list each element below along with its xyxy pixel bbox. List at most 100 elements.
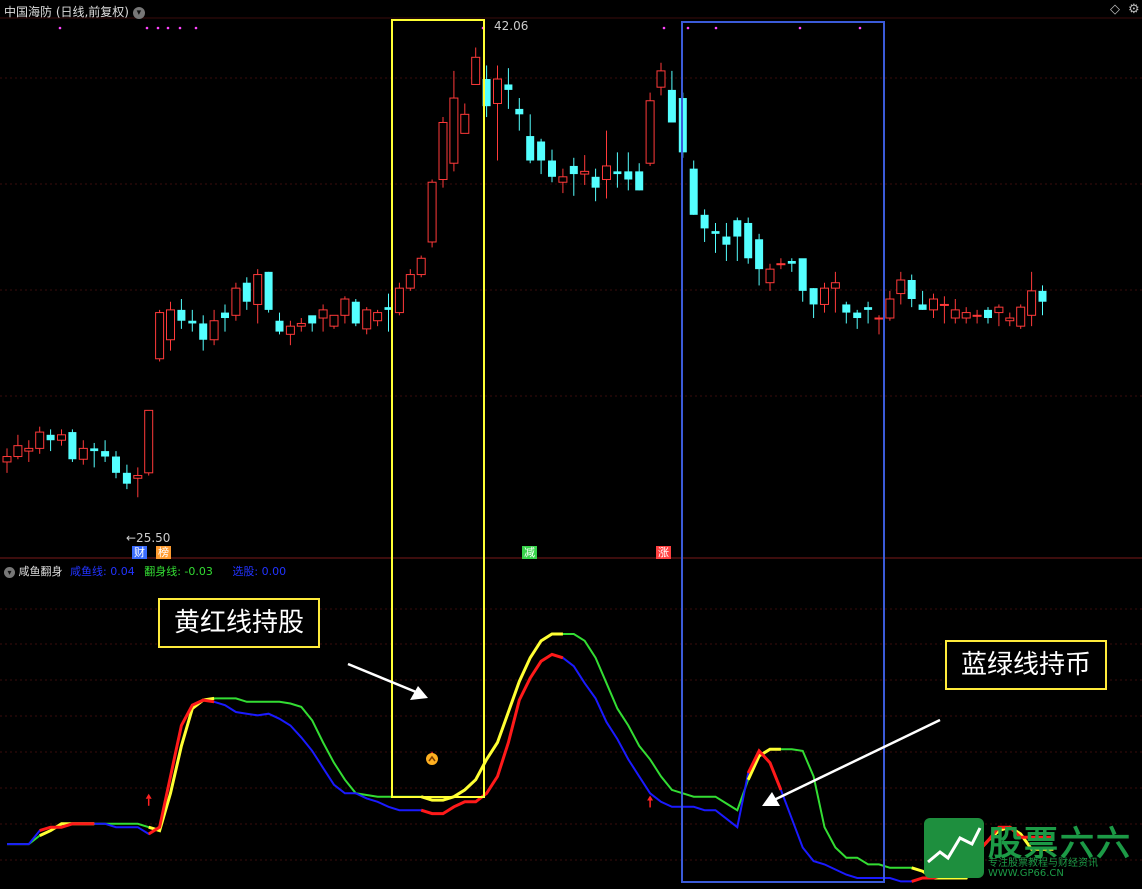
candle-body-up xyxy=(329,314,339,327)
candle-body-up xyxy=(972,314,982,317)
fanshen-line xyxy=(7,633,1054,879)
event-tag-finance[interactable]: 财 xyxy=(132,546,147,559)
candle-body-up xyxy=(493,78,502,104)
candle-body-up xyxy=(580,170,590,175)
candle-body-up xyxy=(24,447,34,452)
candle-body-down xyxy=(635,171,644,191)
candle-body-up xyxy=(2,456,12,463)
candle-body-down xyxy=(918,304,927,310)
candle-body-down xyxy=(711,231,720,234)
candle-body-up xyxy=(318,309,328,319)
logo-icon xyxy=(924,818,984,878)
candle-body-down xyxy=(275,320,284,332)
hold-yellow-line xyxy=(420,632,563,802)
candle-body-up xyxy=(373,312,383,322)
site-text: WWW.GP66.CN xyxy=(988,868,1064,879)
candle-body-down xyxy=(242,282,251,302)
hold-red-line xyxy=(147,698,215,836)
slogan-text: 专注股票教程与财经资讯 xyxy=(988,858,1098,869)
candle-body-down xyxy=(907,280,916,300)
indicator-value-xianyu: 咸鱼线: 0.04 xyxy=(70,565,135,578)
buy-arrow-icon xyxy=(647,795,654,801)
candle-body-up xyxy=(460,113,470,134)
candle-body-up xyxy=(340,298,350,316)
candle-body-down xyxy=(591,176,600,188)
candle-body-up xyxy=(645,100,655,164)
chevron-down-icon[interactable]: ▾ xyxy=(4,567,15,578)
buy-arrow-icon xyxy=(145,793,152,799)
candle-body-down xyxy=(787,260,796,264)
candle-body-down xyxy=(842,304,851,313)
signal-dot xyxy=(194,26,198,30)
event-tag-reduce[interactable]: 减 xyxy=(522,546,537,559)
candle-body-down xyxy=(984,309,992,319)
candle-body-down xyxy=(188,320,197,324)
hold-stock-annotation: 黄红线持股 xyxy=(158,598,321,648)
candle-body-up xyxy=(994,306,1004,314)
candle-body-up xyxy=(471,56,481,85)
candle-body-down xyxy=(46,434,55,441)
candle-body-up xyxy=(896,279,906,295)
candle-body-up xyxy=(1005,317,1015,322)
hold-red-line xyxy=(420,652,564,816)
candle-body-down xyxy=(744,222,753,259)
signal-dot xyxy=(145,26,149,30)
signal-dot xyxy=(686,26,690,30)
candle-body-down xyxy=(689,168,698,215)
candle-body-up xyxy=(144,409,154,474)
candle-body-up xyxy=(35,431,45,449)
event-tag-ranking[interactable]: 榜 xyxy=(156,546,171,559)
candle-body-up xyxy=(438,121,448,181)
candle-body-up xyxy=(285,325,295,335)
signal-dot xyxy=(662,26,666,30)
candle-body-up xyxy=(155,312,165,360)
pointer-arrow xyxy=(347,662,417,694)
candle-body-down xyxy=(308,315,317,324)
candle-body-up xyxy=(874,317,884,320)
candle-body-down xyxy=(624,171,633,180)
candle-body-up xyxy=(558,176,568,183)
signal-dot xyxy=(714,26,718,30)
candle-body-up xyxy=(231,287,241,316)
candle-body-up xyxy=(929,298,938,311)
candle-body-down xyxy=(112,456,120,473)
signal-dot xyxy=(58,26,62,30)
candle-body-up xyxy=(939,303,949,306)
candle-body-up xyxy=(57,434,66,441)
candle-body-down xyxy=(526,136,535,161)
diamond-icon[interactable]: ◇ xyxy=(1110,2,1120,17)
xianyu-line xyxy=(7,653,1054,883)
stock-name: 中国海防 (日线,前复权) xyxy=(4,5,129,19)
arrow-head-icon xyxy=(410,686,428,700)
gear-icon[interactable]: ⚙ xyxy=(1128,2,1140,17)
candle-body-up xyxy=(13,445,23,458)
candle-body-up xyxy=(1027,290,1037,316)
candle-body-up xyxy=(656,70,666,88)
candle-body-up xyxy=(296,322,306,327)
candle-body-up xyxy=(78,447,88,460)
candle-body-up xyxy=(950,309,960,319)
high-price-label: 42.06 xyxy=(494,19,529,33)
candle-body-up xyxy=(362,309,372,330)
candle-body-down xyxy=(537,141,546,161)
candle-body-up xyxy=(885,298,895,319)
candlestick-series xyxy=(2,47,1047,498)
signal-dot xyxy=(178,26,182,30)
candle-body-down xyxy=(613,171,622,175)
stock-chart xyxy=(0,17,1142,883)
event-tag-rise[interactable]: 涨 xyxy=(656,546,671,559)
signal-circle-icon xyxy=(426,753,438,765)
indicator-name: 咸鱼翻身 xyxy=(18,565,63,578)
candle-body-down xyxy=(515,108,524,115)
candle-body-down xyxy=(264,271,273,310)
candle-body-down xyxy=(122,472,131,484)
indicator-value-fanshen: 翻身线: -0.03 xyxy=(144,565,213,578)
chevron-down-icon[interactable]: ▾ xyxy=(132,6,145,19)
candle-body-down xyxy=(221,312,229,319)
signal-dot xyxy=(858,26,862,30)
candle-body-up xyxy=(253,274,263,305)
candle-body-up xyxy=(209,320,219,341)
hold-yellow-line xyxy=(148,696,215,833)
candle-body-down xyxy=(755,239,764,270)
signal-dot xyxy=(166,26,170,30)
